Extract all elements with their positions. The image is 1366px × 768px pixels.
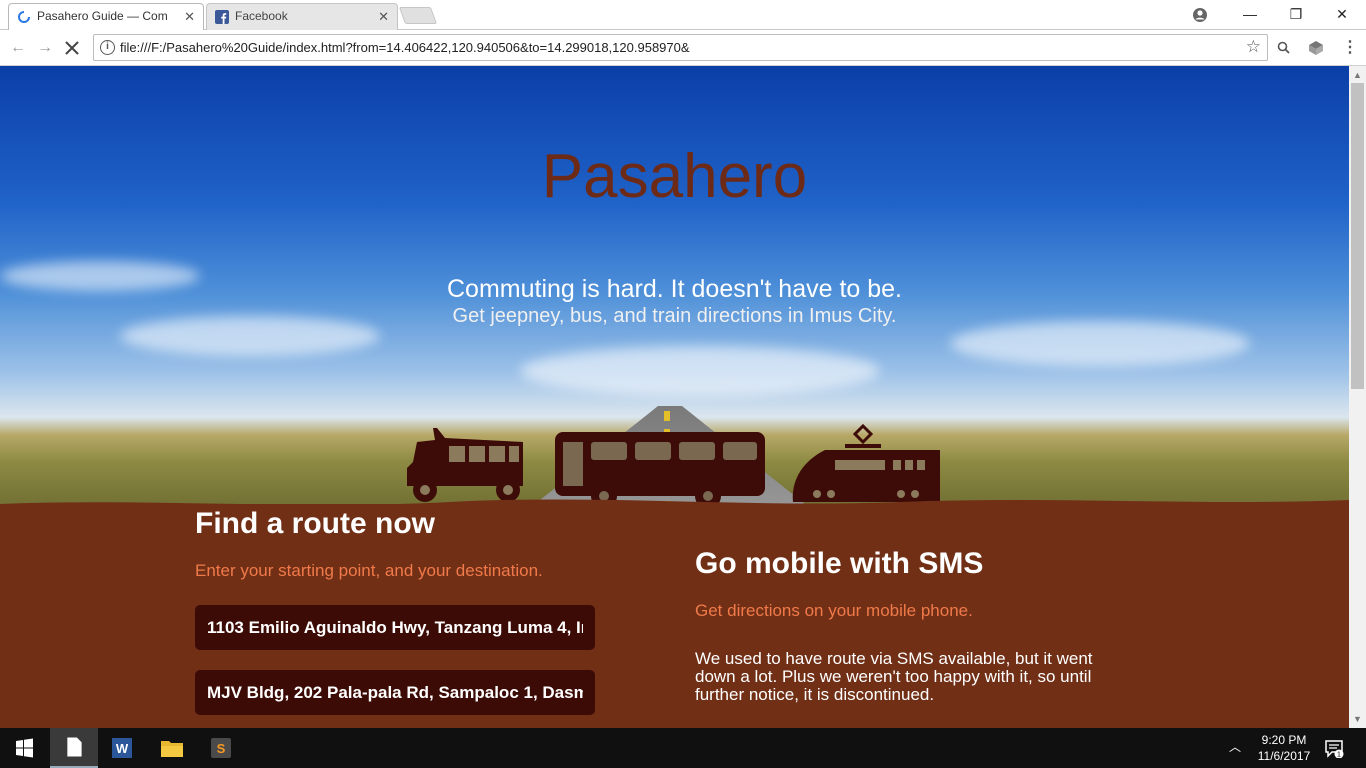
- hero-section: Pasahero Commuting is hard. It doesn't h…: [0, 66, 1349, 516]
- cloud: [520, 346, 880, 396]
- tab-close-icon[interactable]: ✕: [184, 4, 195, 29]
- forward-arrow-icon[interactable]: →: [33, 36, 57, 60]
- tab-title: Pasahero Guide — Comm: [37, 9, 167, 23]
- jeepney-icon: [407, 428, 523, 502]
- extension-icon[interactable]: [1306, 38, 1326, 58]
- svg-text:W: W: [116, 741, 129, 756]
- windows-start-icon[interactable]: [0, 728, 48, 768]
- menu-kebab-icon[interactable]: ⋮: [1340, 38, 1360, 58]
- file-icon[interactable]: [50, 728, 98, 768]
- minimize-button[interactable]: —: [1227, 0, 1273, 30]
- stop-loading-icon[interactable]: [62, 38, 82, 58]
- vertical-scrollbar[interactable]: ▲ ▼: [1349, 66, 1366, 728]
- sms-heading: Go mobile with SMS: [695, 547, 984, 580]
- action-center-icon[interactable]: 1: [1324, 738, 1344, 758]
- clock-time: 9:20 PM: [1261, 733, 1307, 747]
- scroll-down-arrow-icon[interactable]: ▼: [1353, 714, 1362, 724]
- brand-title: Pasahero: [541, 142, 808, 211]
- back-arrow-icon[interactable]: ←: [6, 36, 30, 60]
- new-tab-button[interactable]: [398, 7, 438, 24]
- scroll-up-arrow-icon[interactable]: ▲: [1353, 70, 1362, 80]
- sublime-text-icon[interactable]: S: [197, 728, 245, 768]
- system-clock[interactable]: 9:20 PM 11/6/2017: [1252, 732, 1316, 764]
- url-text[interactable]: file:///F:/Pasahero%20Guide/index.html?f…: [120, 35, 690, 60]
- notification-count: 1: [1337, 752, 1341, 759]
- facebook-icon: [215, 10, 229, 24]
- info-icon[interactable]: i: [100, 40, 115, 55]
- find-route-heading: Find a route now: [195, 507, 435, 540]
- windows-taskbar: W S ︿ 9:20 PM 11/6/2017 1: [0, 728, 1366, 768]
- sms-section: Go mobile with SMS Get directions on you…: [695, 547, 1135, 704]
- hero-tagline: Commuting is hard. It doesn't have to be…: [446, 275, 903, 303]
- search-icon[interactable]: [1274, 38, 1294, 58]
- sms-body-text: We used to have route via SMS available,…: [695, 649, 1093, 704]
- file-explorer-icon[interactable]: [148, 728, 196, 768]
- browser-tab-strip: Pasahero Guide — Comm ✕ Facebook ✕ — ❐ ✕: [0, 0, 1366, 30]
- clock-date: 11/6/2017: [1257, 749, 1311, 763]
- page-viewport: Pasahero Commuting is hard. It doesn't h…: [0, 66, 1349, 728]
- address-bar[interactable]: i file:///F:/Pasahero%20Guide/index.html…: [93, 34, 1268, 61]
- word-icon[interactable]: W: [98, 728, 146, 768]
- tab-close-icon[interactable]: ✕: [378, 4, 389, 29]
- starting-point-input[interactable]: [195, 605, 595, 650]
- tab-facebook[interactable]: Facebook ✕: [206, 3, 398, 30]
- account-icon[interactable]: [1190, 5, 1210, 25]
- bookmark-star-icon[interactable]: ☆: [1246, 37, 1261, 57]
- find-route-subheading: Enter your starting point, and your dest…: [195, 561, 543, 580]
- scrollbar-thumb[interactable]: [1351, 83, 1364, 389]
- tab-pasahero-guide[interactable]: Pasahero Guide — Comm ✕: [8, 3, 204, 30]
- hero-subtagline: Get jeepney, bus, and train directions i…: [452, 305, 897, 327]
- train-icon: [792, 423, 940, 502]
- chevron-up-icon[interactable]: ︿: [1229, 738, 1241, 755]
- sms-subheading: Get directions on your mobile phone.: [695, 601, 973, 620]
- destination-input[interactable]: [195, 670, 595, 715]
- tab-title: Facebook: [235, 9, 288, 23]
- svg-text:S: S: [217, 741, 226, 756]
- loading-spinner-icon: [18, 11, 30, 23]
- find-route-section: Find a route now Enter your starting poi…: [195, 507, 615, 715]
- restore-button[interactable]: ❐: [1273, 0, 1319, 30]
- browser-toolbar: ← → i file:///F:/Pasahero%20Guide/index.…: [0, 30, 1366, 66]
- close-window-button[interactable]: ✕: [1319, 0, 1365, 30]
